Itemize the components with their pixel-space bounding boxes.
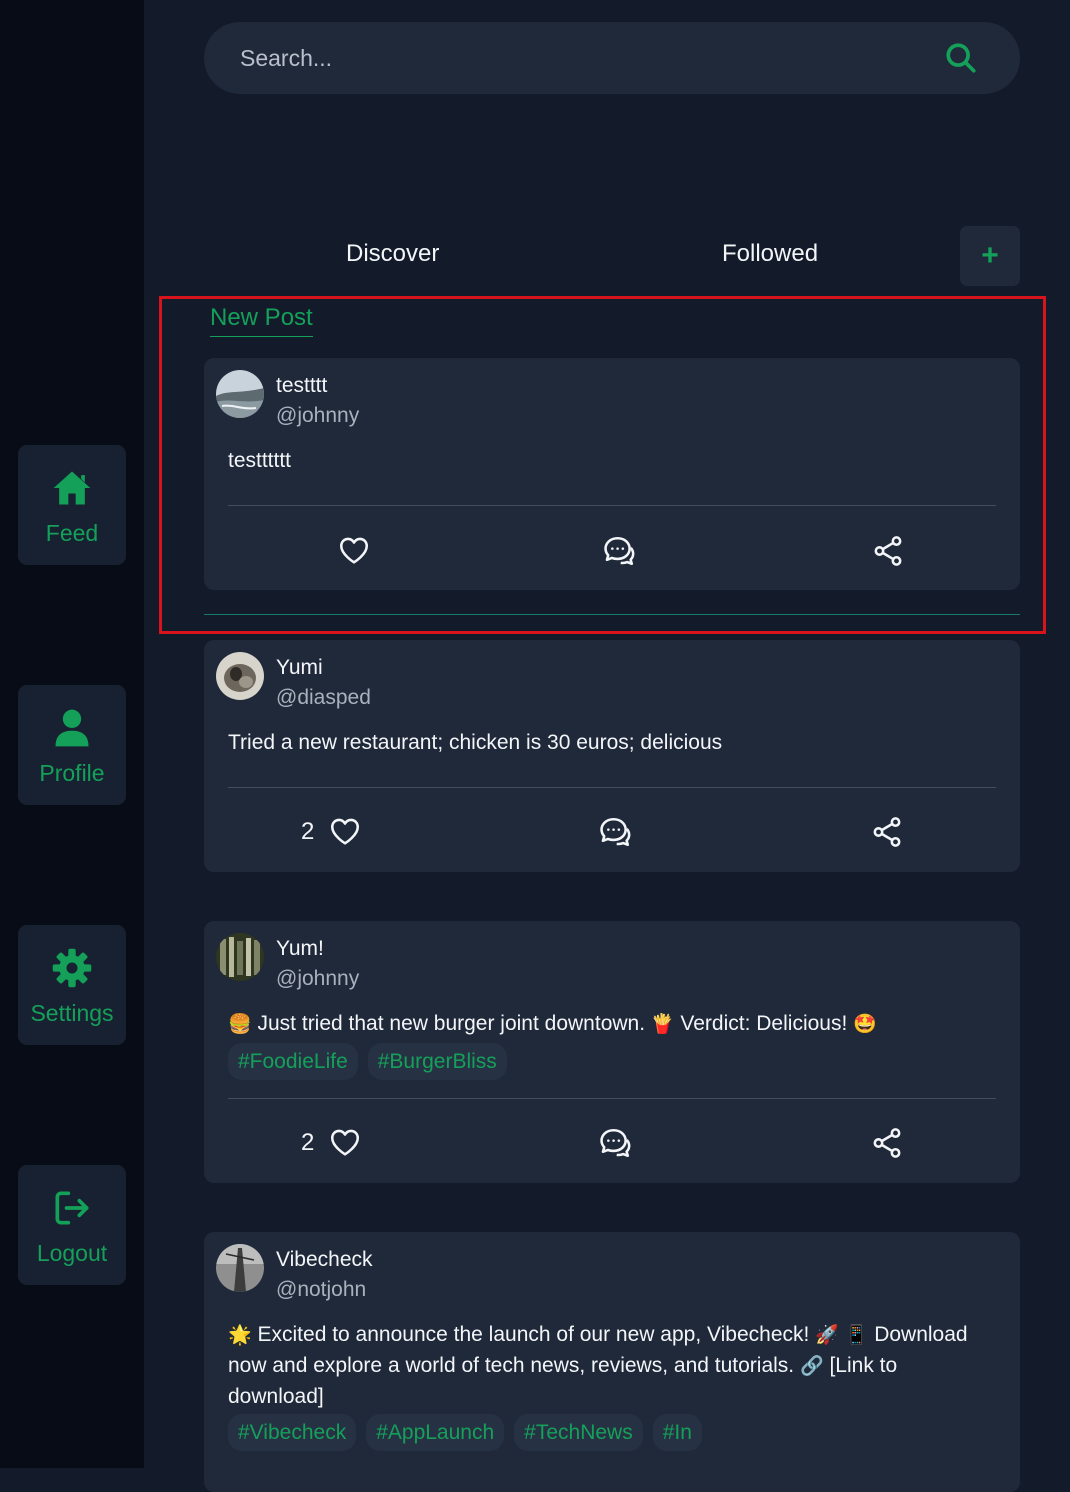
logout-icon <box>55 1191 89 1224</box>
burger-emoji: 🍔 <box>228 1014 252 1035</box>
post-text: testttttt <box>228 449 292 472</box>
post-text: 🍔 Just tried that new burger joint downt… <box>228 1009 990 1040</box>
comment-button[interactable] <box>598 1126 632 1160</box>
hashtag[interactable]: #FoodieLife <box>228 1043 358 1080</box>
rocket-emoji: 🚀 <box>815 1325 839 1346</box>
comment-button[interactable] <box>602 534 636 568</box>
share-icon <box>873 1128 901 1158</box>
post-author-handle[interactable]: @johnny <box>276 967 359 991</box>
divider <box>228 1098 996 1099</box>
search-input[interactable] <box>240 44 944 72</box>
divider <box>228 787 996 788</box>
hashtag[interactable]: #Vibecheck <box>228 1414 357 1451</box>
heart-icon <box>331 818 360 845</box>
like-count: 2 <box>301 818 315 845</box>
comment-icon <box>600 1128 631 1158</box>
post-author-name[interactable]: Yumi <box>276 656 323 680</box>
sidebar-item-logout[interactable]: Logout <box>18 1165 126 1285</box>
post-author-handle[interactable]: @diasped <box>276 686 371 710</box>
avatar[interactable] <box>216 933 264 981</box>
share-button[interactable] <box>870 1126 904 1160</box>
link-emoji: 🔗 <box>799 1356 824 1377</box>
new-post-divider <box>204 614 1020 615</box>
tab-discover[interactable]: Discover <box>346 240 439 268</box>
like-button[interactable] <box>337 534 371 568</box>
sidebar-item-label: Profile <box>39 759 105 786</box>
post-card: Vibecheck @notjohn 🌟 Excited to announce… <box>204 1232 1020 1492</box>
tab-followed[interactable]: Followed <box>722 240 818 268</box>
post-text: 🌟 Excited to announce the launch of our … <box>228 1320 990 1412</box>
post-author-name[interactable]: testttt <box>276 374 327 398</box>
post-author-handle[interactable]: @notjohn <box>276 1278 366 1302</box>
post-text-part: Just tried that new burger joint downtow… <box>251 1012 651 1035</box>
post-card: Yum! @johnny 🍔 Just tried that new burge… <box>204 921 1020 1183</box>
comment-icon <box>604 536 635 566</box>
phone-emoji: 📱 <box>844 1325 869 1346</box>
hashtag[interactable]: #AppLaunch <box>366 1414 505 1451</box>
comment-icon <box>600 817 631 847</box>
hashtag[interactable]: #In <box>652 1414 702 1451</box>
post-text: Tried a new restaurant; chicken is 30 eu… <box>228 731 723 754</box>
like-button[interactable]: 2 <box>301 1126 362 1160</box>
like-button[interactable]: 2 <box>301 815 362 849</box>
post-author-name[interactable]: Vibecheck <box>276 1248 373 1272</box>
avatar[interactable] <box>216 370 264 418</box>
divider <box>228 505 996 506</box>
post-text-part: Verdict: Delicious! <box>674 1012 854 1035</box>
hashtag-list: #Vibecheck #AppLaunch #TechNews #In <box>228 1414 702 1451</box>
heart-icon <box>331 1129 360 1156</box>
post-author-handle[interactable]: @johnny <box>276 404 359 428</box>
heart-icon <box>339 537 369 564</box>
post-author-name[interactable]: Yum! <box>276 937 324 961</box>
home-icon <box>53 471 91 504</box>
sidebar-item-feed[interactable]: Feed <box>18 445 126 565</box>
sidebar-item-settings[interactable]: Settings <box>18 925 126 1045</box>
like-count: 2 <box>301 1129 315 1156</box>
share-icon <box>874 536 902 566</box>
post-card: Yumi @diasped Tried a new restaurant; ch… <box>204 640 1020 872</box>
add-post-button[interactable]: + <box>960 226 1020 286</box>
gear-icon <box>52 948 92 987</box>
share-button[interactable] <box>871 534 905 568</box>
hashtag[interactable]: #TechNews <box>514 1414 643 1451</box>
avatar[interactable] <box>216 652 264 700</box>
sidebar-item-label: Logout <box>36 1239 108 1266</box>
post-text-part: Excited to announce the launch of our ne… <box>251 1323 816 1346</box>
comment-button[interactable] <box>598 815 632 849</box>
fries-emoji: 🍟 <box>650 1014 675 1035</box>
sparkle-emoji: 🌟 <box>228 1325 252 1346</box>
search-icon[interactable] <box>944 41 978 75</box>
sidebar-item-label: Settings <box>30 999 114 1026</box>
post-card: testttt @johnny testttttt <box>204 358 1020 590</box>
search-bar <box>204 22 1020 94</box>
new-post-label[interactable]: New Post <box>210 304 313 337</box>
star-struck-emoji: 🤩 <box>853 1014 877 1035</box>
sidebar-item-profile[interactable]: Profile <box>18 685 126 805</box>
user-icon <box>55 709 89 746</box>
share-icon <box>873 817 901 847</box>
hashtag-list: #FoodieLife #BurgerBliss <box>228 1043 507 1080</box>
share-button[interactable] <box>870 815 904 849</box>
sidebar-item-label: Feed <box>45 519 99 546</box>
sidebar: Feed Profile Settings Logout <box>0 0 144 1468</box>
avatar[interactable] <box>216 1244 264 1292</box>
hashtag[interactable]: #BurgerBliss <box>367 1043 507 1080</box>
